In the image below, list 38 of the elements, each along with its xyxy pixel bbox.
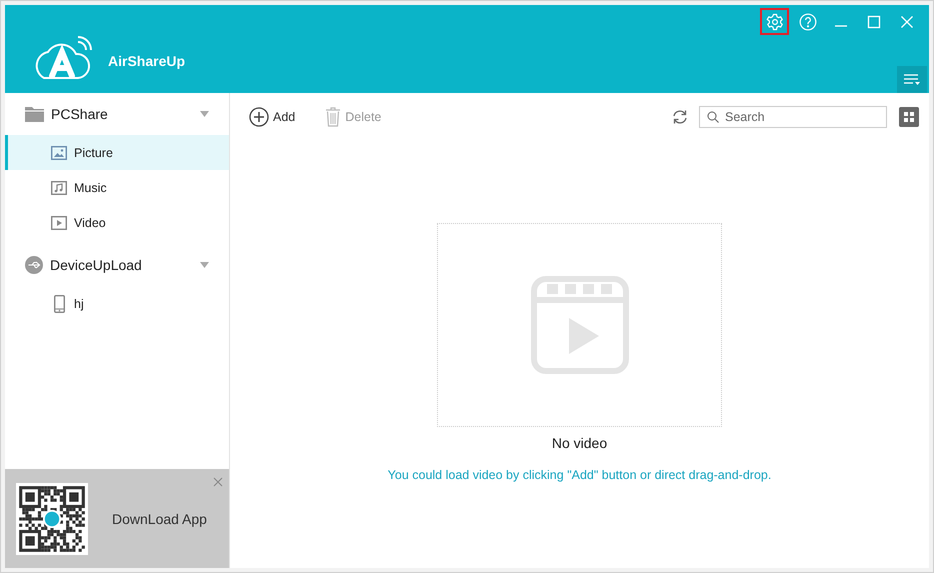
music-icon	[51, 180, 67, 194]
help-icon	[798, 12, 816, 30]
close-icon	[213, 477, 223, 487]
search-field[interactable]: Search	[699, 106, 887, 128]
promo-text: DownLoad App	[112, 510, 207, 526]
close-button[interactable]	[213, 477, 223, 487]
app-name: AirShareUp	[108, 53, 186, 69]
sidebar-item[interactable]: hj	[5, 286, 229, 321]
caret-icon	[200, 111, 209, 117]
minimize-icon	[834, 24, 846, 26]
sidebar-item[interactable]: Video	[5, 205, 229, 240]
maximize-icon	[866, 14, 880, 28]
grid-icon	[904, 112, 914, 122]
search-icon	[707, 111, 719, 123]
phone-icon	[54, 294, 64, 312]
refresh-icon[interactable]	[671, 109, 689, 125]
sidebar-item[interactable]: Music	[5, 170, 229, 205]
sidebar-group[interactable]: DeviceUpLoad	[5, 244, 229, 286]
settings-button[interactable]	[760, 8, 789, 35]
empty-hint: You could load video by clicking "Add" button or direct drag-and-drop.	[388, 468, 772, 482]
video-icon	[51, 216, 67, 230]
settings-icon	[766, 12, 784, 30]
folder-icon	[25, 106, 44, 122]
menu-button[interactable]	[897, 66, 927, 93]
sidebar-item[interactable]: Picture	[5, 135, 229, 170]
video-icon	[530, 276, 628, 374]
add-icon	[249, 107, 269, 127]
qr-code-icon	[16, 482, 88, 554]
trash-icon	[325, 107, 342, 127]
grid-view-button[interactable]	[899, 107, 919, 127]
caret-icon	[200, 262, 209, 268]
add-button[interactable]: Add	[249, 107, 296, 127]
picture-icon	[51, 146, 67, 160]
menu-icon	[904, 74, 920, 86]
usb-icon	[25, 256, 43, 274]
close-icon	[900, 14, 914, 28]
empty-title: No video	[552, 435, 608, 451]
sidebar-group[interactable]: PCShare	[5, 93, 229, 135]
